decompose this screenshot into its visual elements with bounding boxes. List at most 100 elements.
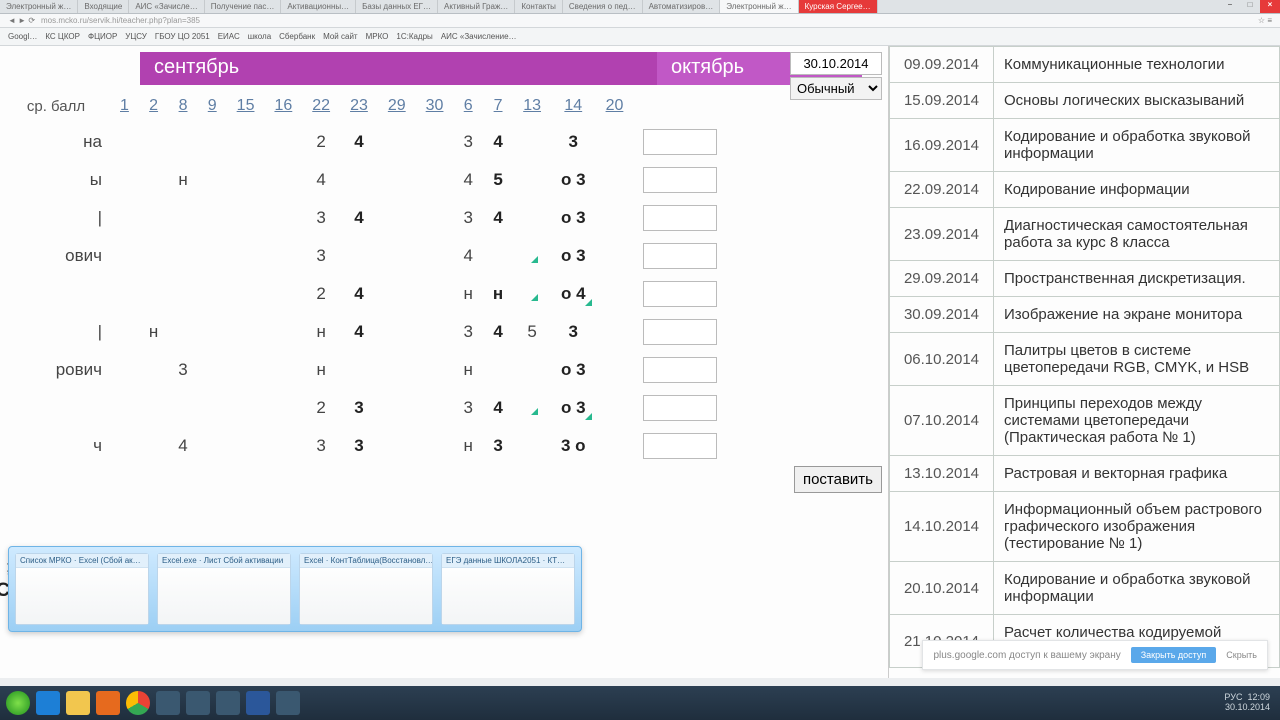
maximize-icon[interactable]: □ (1240, 0, 1260, 13)
grade-input[interactable] (643, 167, 717, 193)
grade-cell[interactable] (378, 275, 416, 313)
grade-cell[interactable] (227, 351, 265, 389)
task-icon[interactable] (216, 691, 240, 715)
grade-cell[interactable]: 3 (551, 123, 596, 161)
task-icon[interactable] (156, 691, 180, 715)
bookmark-item[interactable]: Сбербанк (279, 32, 315, 41)
tab-11[interactable]: Курская Сергее… (799, 0, 878, 13)
grade-cell[interactable]: о 4 (551, 275, 596, 313)
grade-cell[interactable] (139, 427, 168, 465)
col-date[interactable]: 2 (139, 91, 168, 123)
grade-cell[interactable] (264, 237, 302, 275)
col-date[interactable]: 23 (340, 91, 378, 123)
grade-cell[interactable] (513, 199, 551, 237)
grade-cell[interactable] (513, 123, 551, 161)
grade-cell[interactable] (264, 389, 302, 427)
lesson-topic[interactable]: Основы логических высказываний (994, 83, 1280, 119)
grade-cell[interactable] (416, 427, 454, 465)
tray-lang[interactable]: РУС (1224, 692, 1242, 702)
grade-cell[interactable] (596, 237, 634, 275)
grade-cell[interactable] (416, 199, 454, 237)
grade-cell[interactable] (416, 275, 454, 313)
lesson-date-input[interactable] (790, 52, 882, 75)
bookmark-item[interactable]: КС ЦКОР (45, 32, 80, 41)
lesson-topic[interactable]: Диагностическая самостоятельная работа з… (994, 208, 1280, 261)
grade-cell[interactable]: н (453, 427, 482, 465)
grade-cell[interactable] (416, 237, 454, 275)
grade-cell[interactable]: 3 (453, 313, 482, 351)
grade-cell[interactable] (227, 161, 265, 199)
lessons-panel[interactable]: 09.09.2014Коммуникационные технологии15.… (888, 46, 1280, 678)
col-date[interactable]: 30 (416, 91, 454, 123)
grade-cell[interactable] (227, 313, 265, 351)
bookmark-star-icon[interactable]: ☆ (1258, 16, 1265, 25)
col-date[interactable]: 1 (110, 91, 139, 123)
grade-cell[interactable]: н (168, 161, 197, 199)
grade-cell[interactable] (378, 199, 416, 237)
grade-cell[interactable] (264, 161, 302, 199)
lesson-date[interactable]: 13.10.2014 (890, 456, 994, 492)
popup-hide-button[interactable]: Скрыть (1226, 650, 1257, 660)
grade-cell[interactable] (110, 351, 139, 389)
lesson-topic[interactable]: Принципы переходов между системами цвето… (994, 386, 1280, 456)
bookmark-item[interactable]: Мой сайт (323, 32, 357, 41)
grade-cell[interactable] (596, 351, 634, 389)
tab-5[interactable]: Базы данных ЕГ… (356, 0, 438, 13)
col-date[interactable]: 15 (227, 91, 265, 123)
grade-cell[interactable] (110, 237, 139, 275)
task-icon[interactable] (276, 691, 300, 715)
bookmark-item[interactable]: УЦСУ (125, 32, 147, 41)
grade-cell[interactable]: о 3 (551, 199, 596, 237)
grade-cell[interactable] (139, 389, 168, 427)
close-icon[interactable]: × (1260, 0, 1280, 13)
grade-cell[interactable] (513, 161, 551, 199)
grade-input[interactable] (643, 205, 717, 231)
col-date[interactable]: 14 (551, 91, 596, 123)
bookmark-item[interactable]: АИС «Зачисление… (441, 32, 517, 41)
nav-back-icon[interactable]: ◄ (8, 16, 16, 25)
grade-cell[interactable] (596, 161, 634, 199)
grade-cell[interactable]: 4 (483, 123, 513, 161)
grade-cell[interactable]: о 3 (551, 237, 596, 275)
grade-cell[interactable] (168, 275, 197, 313)
grade-cell[interactable] (416, 313, 454, 351)
lesson-date[interactable]: 22.09.2014 (890, 172, 994, 208)
task-icon[interactable] (186, 691, 210, 715)
grade-cell[interactable] (378, 351, 416, 389)
grade-cell[interactable] (378, 237, 416, 275)
grade-cell[interactable] (513, 275, 551, 313)
grade-cell[interactable] (227, 199, 265, 237)
grade-cell[interactable]: 3 (453, 199, 482, 237)
menu-icon[interactable]: ≡ (1267, 16, 1272, 25)
grade-cell[interactable]: 4 (483, 389, 513, 427)
col-date[interactable]: 29 (378, 91, 416, 123)
grade-cell[interactable] (416, 161, 454, 199)
grade-cell[interactable] (596, 199, 634, 237)
lesson-date[interactable]: 06.10.2014 (890, 333, 994, 386)
tab-8[interactable]: Сведения о пед… (563, 0, 643, 13)
grade-cell[interactable] (227, 427, 265, 465)
grade-cell[interactable]: 5 (483, 161, 513, 199)
ie-icon[interactable] (36, 691, 60, 715)
tab-2[interactable]: АИС «Зачисле… (129, 0, 204, 13)
grade-cell[interactable] (139, 351, 168, 389)
switcher-window[interactable]: ЕГЭ данные ШКОЛА2051 · КТ… (441, 553, 575, 625)
lesson-date[interactable]: 07.10.2014 (890, 386, 994, 456)
grade-cell[interactable] (227, 275, 265, 313)
lesson-topic[interactable]: Палитры цветов в системе цветопередачи R… (994, 333, 1280, 386)
col-date[interactable]: 22 (302, 91, 340, 123)
lesson-date[interactable]: 20.10.2014 (890, 562, 994, 615)
grade-cell[interactable] (139, 275, 168, 313)
grade-input[interactable] (643, 243, 717, 269)
tab-4[interactable]: Активационны… (281, 0, 356, 13)
lesson-topic[interactable]: Растровая и векторная графика (994, 456, 1280, 492)
lesson-date[interactable]: 29.09.2014 (890, 261, 994, 297)
grade-cell[interactable]: 4 (453, 237, 482, 275)
grade-cell[interactable] (513, 237, 551, 275)
nav-fwd-icon[interactable]: ► (18, 16, 26, 25)
switcher-window[interactable]: Excel · КонтТаблица(Восстановл… (299, 553, 433, 625)
grade-cell[interactable] (227, 237, 265, 275)
bookmark-item[interactable]: школа (248, 32, 271, 41)
bookmark-item[interactable]: ФЦИОР (88, 32, 117, 41)
lesson-topic[interactable]: Кодирование информации (994, 172, 1280, 208)
